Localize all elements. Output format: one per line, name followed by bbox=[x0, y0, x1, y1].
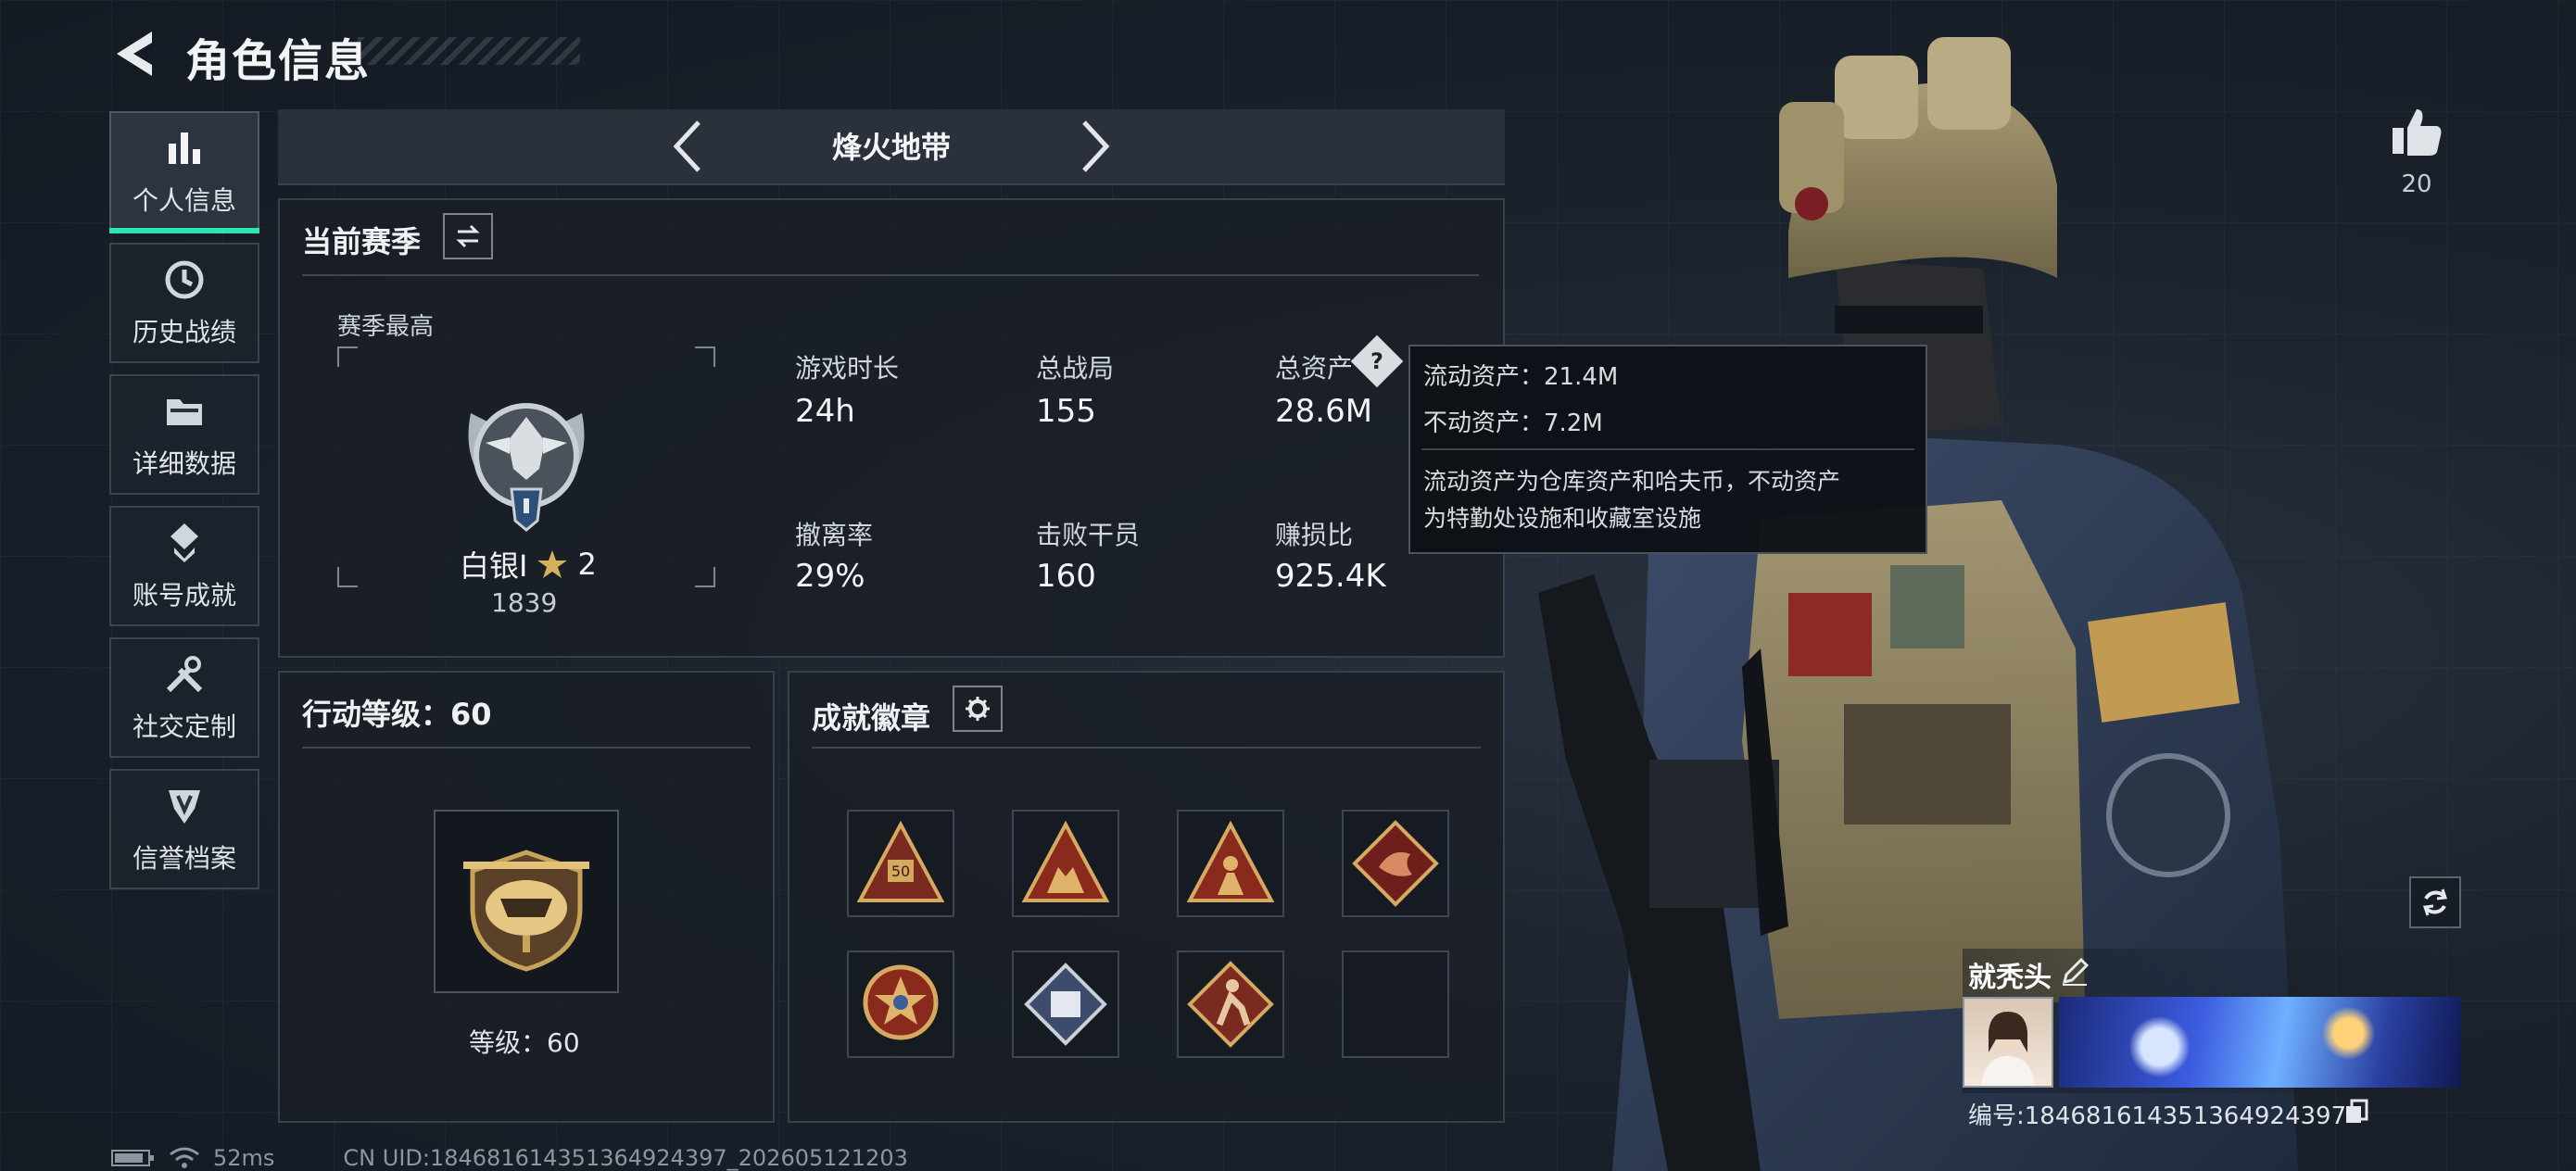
player-uid: 编号:18468161435136492439​7 bbox=[1968, 1102, 2347, 1130]
tooltip-description-line2: 为特勤处设施和收藏室设施 bbox=[1423, 505, 1702, 532]
tooltip-fixed-assets: 不动资产：7.2M bbox=[1423, 409, 1603, 437]
helicopter-emblem-icon bbox=[463, 850, 589, 972]
badge-slot[interactable]: 50 bbox=[847, 810, 954, 917]
badge-slot[interactable] bbox=[1012, 810, 1119, 917]
nav-label: 账号成就 bbox=[132, 580, 236, 611]
operation-level-title: 行动等级：60 bbox=[302, 697, 492, 732]
rank-stars: 2 bbox=[577, 547, 597, 582]
page-title: 角色信息 bbox=[185, 35, 372, 87]
tools-icon bbox=[166, 656, 203, 693]
swap-icon bbox=[456, 224, 480, 248]
stat-label-kills: 击败干员 bbox=[1036, 520, 1141, 550]
ping-text: 52ms bbox=[213, 1145, 275, 1171]
season-best-label: 赛季最高 bbox=[337, 313, 435, 341]
tooltip-description-line1: 流动资产为仓库资产和哈夫币，不动资产 bbox=[1423, 468, 1841, 495]
badge-dragon-icon bbox=[1352, 820, 1439, 907]
next-mode-arrow-icon[interactable] bbox=[1077, 119, 1114, 174]
history-icon bbox=[165, 260, 204, 299]
season-divider bbox=[302, 274, 1479, 276]
status-bar: 52ms CN UID:18468161435136492439​7_20260… bbox=[111, 1145, 908, 1171]
frame-corner bbox=[337, 346, 358, 367]
stat-value-total-matches: 155 bbox=[1036, 393, 1096, 430]
folder-icon bbox=[167, 399, 202, 425]
badge-slot[interactable] bbox=[1177, 951, 1284, 1058]
achievement-icon bbox=[170, 523, 198, 562]
stat-label-playtime: 游戏时长 bbox=[795, 353, 900, 384]
nav-item-history[interactable]: 历史战绩 bbox=[109, 243, 259, 363]
edit-name-icon[interactable] bbox=[2059, 956, 2090, 988]
badge-slot-empty[interactable] bbox=[1342, 951, 1449, 1058]
battery-icon bbox=[111, 1150, 154, 1166]
badges-title: 成就徽章 bbox=[812, 700, 931, 736]
reputation-icon bbox=[169, 790, 200, 824]
frame-corner bbox=[695, 567, 715, 587]
frame-corner bbox=[695, 346, 715, 367]
badge-slot[interactable] bbox=[847, 951, 954, 1058]
level-caption: 等级：60 bbox=[469, 1027, 580, 1058]
nav-label: 社交定制 bbox=[132, 711, 236, 742]
nav-label: 个人信息 bbox=[132, 185, 236, 216]
star-icon bbox=[537, 550, 568, 578]
badge-slot[interactable] bbox=[1177, 810, 1284, 917]
gear-icon bbox=[966, 697, 990, 721]
nav-item-achievements[interactable]: 账号成就 bbox=[109, 506, 259, 626]
thumbs-up-icon[interactable] bbox=[2387, 102, 2446, 161]
switch-season-button[interactable] bbox=[443, 213, 493, 259]
refresh-button[interactable] bbox=[2409, 876, 2461, 928]
tooltip-liquid-assets: 流动资产：21.4M bbox=[1423, 363, 1619, 391]
badges-divider bbox=[812, 747, 1481, 749]
like-count: 20 bbox=[2401, 170, 2432, 198]
level-divider bbox=[302, 747, 751, 749]
copy-icon[interactable] bbox=[2344, 1099, 2368, 1125]
badge-team-icon bbox=[1021, 820, 1110, 902]
bar-chart-icon bbox=[169, 132, 200, 164]
rank-name: 白银I bbox=[460, 548, 528, 584]
refresh-icon bbox=[2422, 888, 2448, 916]
wifi-icon bbox=[170, 1147, 199, 1168]
badge-soldier-icon bbox=[1186, 820, 1275, 902]
nav-item-social[interactable]: 社交定制 bbox=[109, 637, 259, 758]
stat-value-total-assets: 28.6M bbox=[1275, 393, 1373, 430]
nav-item-personal-info[interactable]: 个人信息 bbox=[109, 111, 259, 233]
stat-value-profit-ratio: 925.4K bbox=[1275, 558, 1386, 595]
stat-label-total-assets: 总资产 bbox=[1275, 353, 1354, 384]
badge-triangle-50-icon: 50 bbox=[856, 820, 945, 902]
uid-footer: CN UID:18468161435136492439​7_2026051212… bbox=[343, 1145, 908, 1171]
stat-label-extraction-rate: 撤离率 bbox=[795, 520, 874, 550]
player-name: 就秃头 bbox=[1968, 962, 2052, 994]
profile-banner[interactable] bbox=[2059, 997, 2461, 1088]
tooltip-divider bbox=[1421, 448, 1914, 450]
svg-text:50: 50 bbox=[891, 863, 910, 880]
avatar[interactable] bbox=[1963, 997, 2053, 1088]
stat-value-playtime: 24h bbox=[795, 393, 855, 430]
stat-label-total-matches: 总战局 bbox=[1036, 353, 1115, 384]
nav-label: 详细数据 bbox=[132, 448, 236, 479]
title-decoration bbox=[358, 37, 580, 65]
stat-value-kills: 160 bbox=[1036, 558, 1096, 595]
rank-name-row: 白银I 2 bbox=[460, 543, 597, 586]
badge-star-medal-icon bbox=[863, 964, 939, 1040]
badge-slot[interactable] bbox=[1012, 951, 1119, 1058]
nav-item-reputation[interactable]: 信誉档案 bbox=[109, 769, 259, 889]
season-title: 当前赛季 bbox=[302, 224, 422, 259]
rank-emblem-icon bbox=[468, 403, 585, 532]
nav-label: 历史战绩 bbox=[132, 317, 236, 347]
badge-settings-button[interactable] bbox=[953, 686, 1003, 732]
avatar-portrait bbox=[1981, 1012, 2035, 1086]
mode-label: 烽火地带 bbox=[831, 130, 951, 165]
nav-item-detailed-data[interactable]: 详细数据 bbox=[109, 374, 259, 495]
badge-runner-icon bbox=[1187, 961, 1274, 1048]
badge-slot[interactable] bbox=[1342, 810, 1449, 917]
stat-value-extraction-rate: 29% bbox=[795, 558, 865, 595]
back-icon[interactable] bbox=[109, 28, 165, 80]
nav-label: 信誉档案 bbox=[132, 843, 236, 874]
badge-box-icon bbox=[1024, 963, 1107, 1046]
rank-score: 1839 bbox=[491, 587, 558, 618]
stat-label-profit-ratio: 赚损比 bbox=[1275, 520, 1354, 550]
frame-corner bbox=[337, 567, 358, 587]
